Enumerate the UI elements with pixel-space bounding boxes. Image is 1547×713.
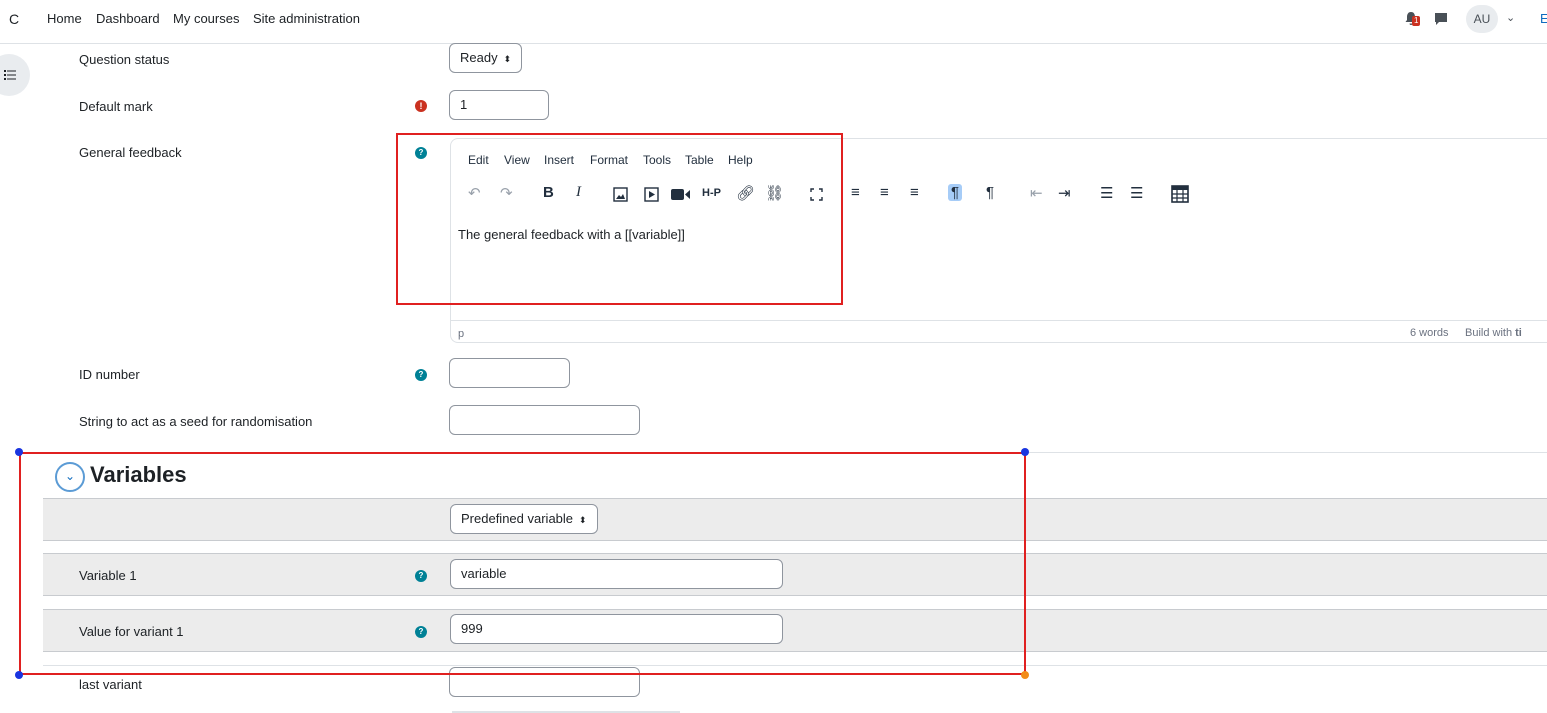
nav-dashboard[interactable]: Dashboard [96,11,160,26]
question-status-label: Question status [79,52,170,67]
select-caret-icon: ⬍ [503,54,512,64]
build-with-text: Build with [1465,327,1513,339]
user-avatar[interactable]: AU [1466,5,1498,33]
edit-mode-toggle[interactable]: E [1540,11,1547,26]
annotation-box-variables [19,452,1026,675]
general-feedback-label: General feedback [79,145,182,160]
align-left-icon[interactable]: ≡ [851,184,860,201]
annotation-box-editor [396,133,843,305]
top-navbar: C Home Dashboard My courses Site adminis… [0,0,1547,44]
default-mark-label: Default mark [79,99,153,114]
notification-count-badge: 1 [1412,16,1421,26]
word-count[interactable]: 6 words [1410,327,1449,339]
seed-label: String to act as a seed for randomisatio… [79,414,313,429]
resize-handle-bottom-left[interactable] [15,671,23,679]
ltr-icon[interactable]: ¶ [948,184,963,201]
outdent-icon[interactable]: ⇤ [1030,184,1043,202]
indent-icon[interactable]: ⇥ [1058,184,1071,202]
bullet-list-icon[interactable]: ☰ [1100,184,1113,202]
resize-handle-bottom-right[interactable] [1021,671,1029,679]
align-right-icon[interactable]: ≡ [910,184,919,201]
question-status-value: Ready [460,50,498,65]
messages-icon[interactable] [1433,11,1449,27]
resize-handle-top-right[interactable] [1021,448,1029,456]
nav-my-courses[interactable]: My courses [173,11,239,26]
chevron-down-icon[interactable]: ⌄ [1506,11,1515,24]
seed-input[interactable] [449,405,640,435]
id-number-label: ID number [79,367,140,382]
site-brand[interactable]: C [9,11,19,27]
element-path[interactable]: p [458,328,464,340]
numbered-list-icon[interactable]: ☰ [1130,184,1143,202]
tiny-logo: ti [1515,327,1522,339]
question-status-select[interactable]: Ready ⬍ [449,43,522,73]
default-mark-input[interactable]: 1 [449,90,549,120]
course-index-drawer-toggle[interactable] [0,54,30,96]
editor-statusbar [451,320,1547,344]
align-center-icon[interactable]: ≡ [880,184,889,201]
help-icon[interactable]: ? [415,369,427,381]
resize-handle-top-left[interactable] [15,448,23,456]
calculator-icon[interactable] [1171,185,1189,203]
id-number-input[interactable] [449,358,570,388]
build-with-link[interactable]: Build with ti [1465,327,1522,339]
nav-site-administration[interactable]: Site administration [253,11,360,26]
nav-home[interactable]: Home [47,11,82,26]
list-icon [4,70,16,80]
last-variant-label: last variant [79,677,142,692]
rtl-icon[interactable]: ¶ [986,184,994,201]
required-error-icon: ! [415,100,427,112]
